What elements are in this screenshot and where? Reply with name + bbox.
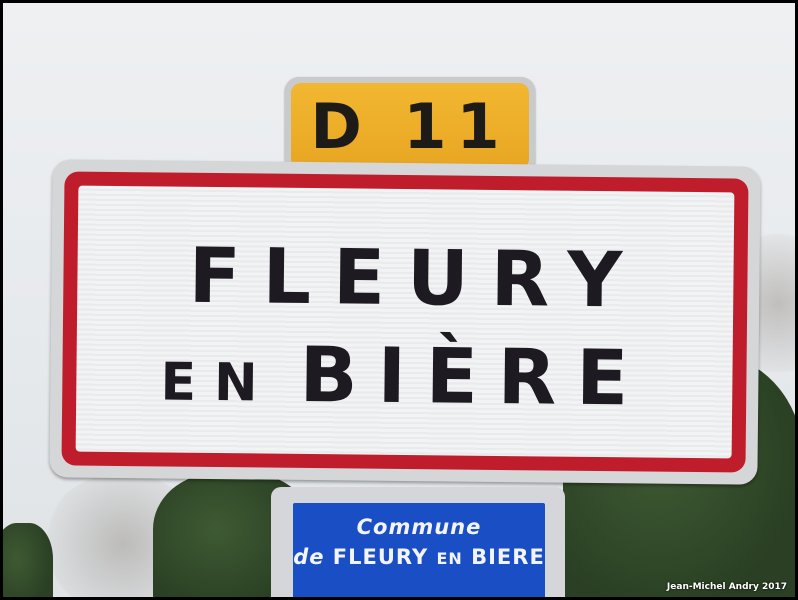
photo: D 11 FLEURY EN BIÈRE Commune de FLEURY EN… <box>3 3 795 597</box>
hedge-left <box>3 523 53 597</box>
commune-name: de FLEURY EN BIERE <box>293 545 545 569</box>
photo-credit: Jean-Michel Andry 2017 <box>666 582 787 592</box>
route-number: D 11 <box>310 89 510 163</box>
commune-sign: Commune de FLEURY EN BIERE <box>271 487 565 597</box>
commune-prefix: de <box>293 545 325 569</box>
town-sign-panel: FLEURY EN BIÈRE <box>75 185 735 459</box>
commune-sign-panel: Commune de FLEURY EN BIERE <box>293 503 545 597</box>
commune-town: FLEURY <box>332 545 429 569</box>
town-name-line1: FLEURY <box>188 230 645 325</box>
route-number-sign: D 11 <box>285 77 535 175</box>
route-number-panel: D 11 <box>291 83 529 169</box>
commune-label: Commune <box>356 515 482 539</box>
commune-connector: EN <box>436 549 463 568</box>
town-name-main: BIÈRE <box>299 329 649 423</box>
town-entry-sign: FLEURY EN BIÈRE <box>49 159 761 485</box>
town-name-prefix: EN <box>160 352 276 414</box>
town-name-line2: EN BIÈRE <box>76 328 733 424</box>
commune-suffix: BIERE <box>471 545 545 569</box>
